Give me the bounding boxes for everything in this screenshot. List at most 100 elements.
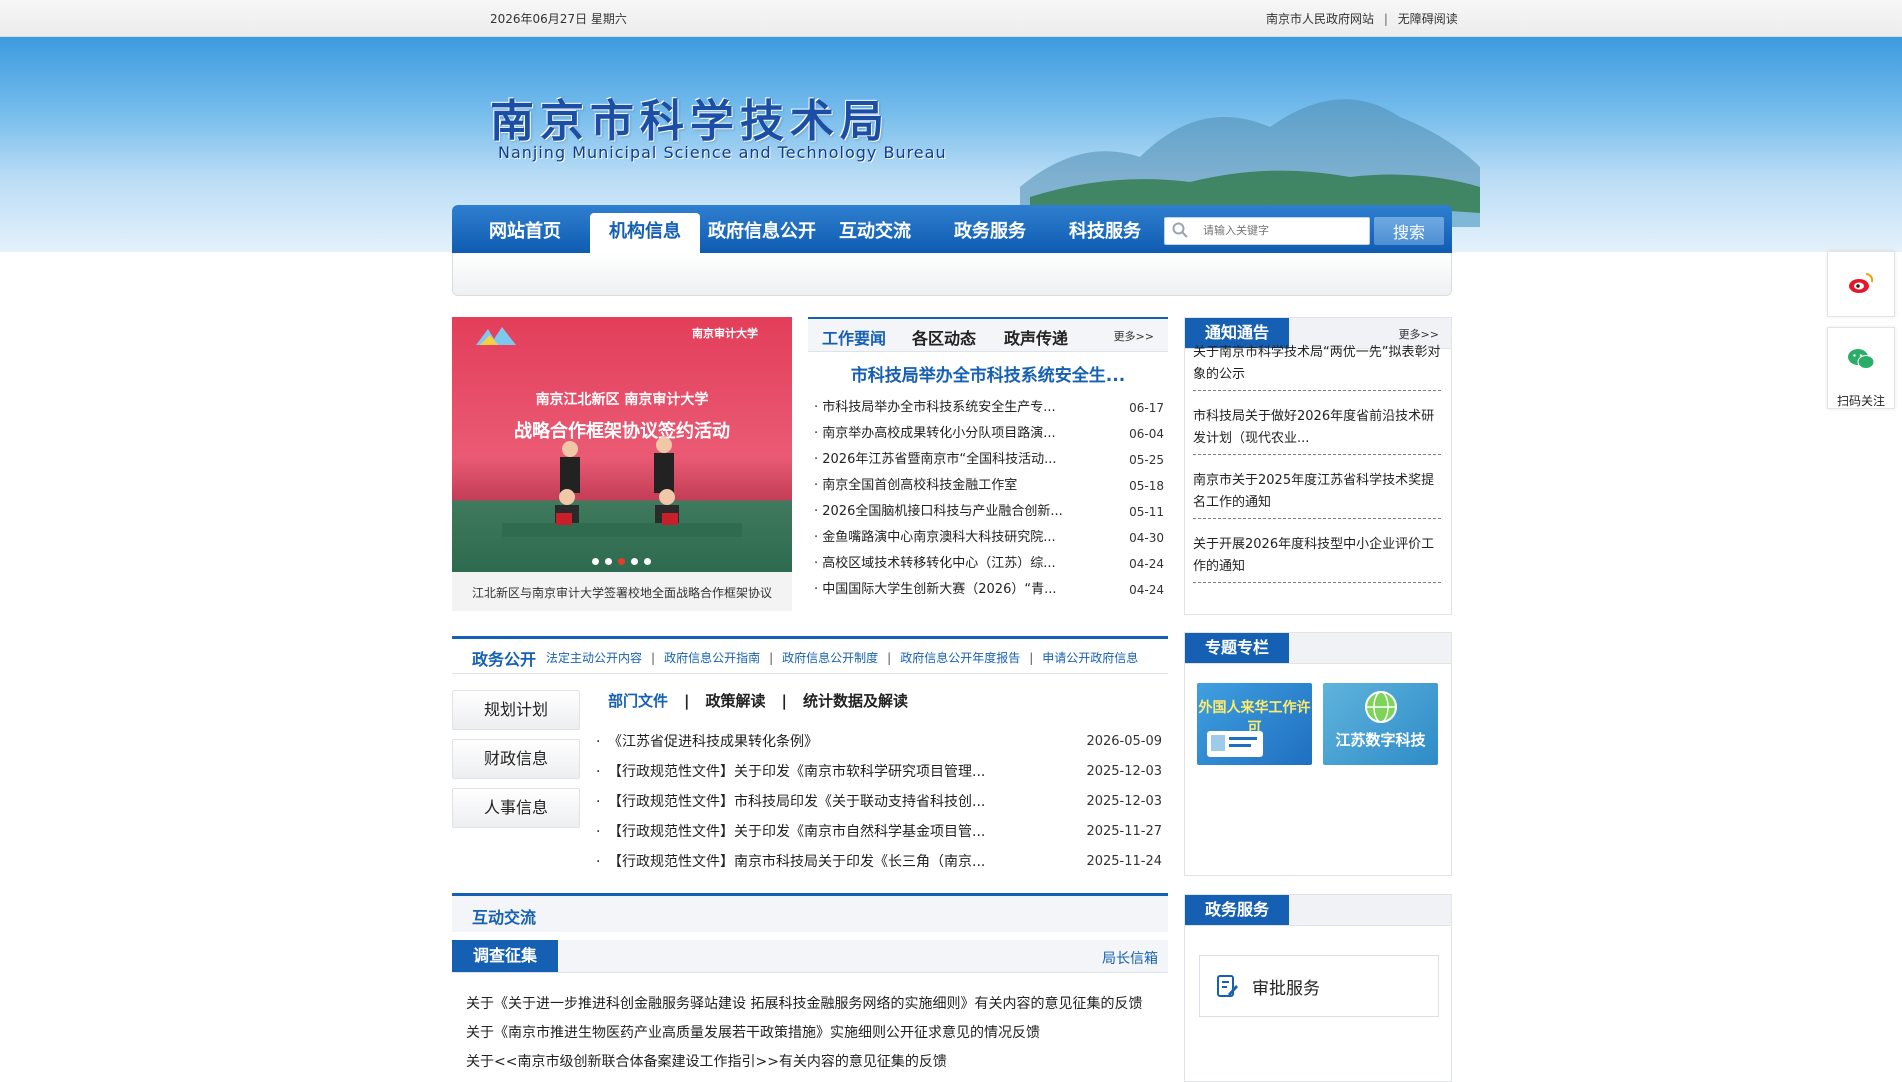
news-item[interactable]: · 金鱼嘴路演中心南京澳科大科技研究院... 04-30	[808, 525, 1168, 551]
search-input[interactable]	[1201, 220, 1365, 242]
notice-item[interactable]: 关于开展2026年度科技型中小企业评价工作的通知	[1193, 534, 1441, 583]
news-item[interactable]: · 南京举办高校成果转化小分队项目路演... 06-04	[808, 421, 1168, 447]
doc-item[interactable]: · 【行政规范性文件】关于印发《南京市自然科学基金项目管... 2025-11-27	[596, 817, 1166, 847]
globe-icon	[1365, 691, 1397, 723]
notice-more-link[interactable]: 更多>>	[1399, 326, 1439, 342]
planning-button[interactable]: 规划计划	[452, 690, 580, 730]
news-item-title: 2026全国脑机接口科技与产业融合创新...	[822, 504, 1063, 519]
wechat-icon	[1848, 349, 1875, 369]
gov-link-guide[interactable]: 政府信息公开指南	[664, 651, 760, 665]
carousel-dot[interactable]	[605, 558, 612, 565]
nav-interaction[interactable]: 互动交流	[820, 213, 930, 253]
gov-link-annual-report[interactable]: 政府信息公开年度报告	[900, 651, 1020, 665]
news-item-title: 高校区域技术转移转化中心（江苏）综...	[822, 556, 1056, 571]
tab-statistics[interactable]: 统计数据及解读	[803, 692, 908, 710]
notice-item[interactable]: 南京市关于2025年度江苏省科学技术奖提名工作的通知	[1193, 470, 1441, 519]
news-item[interactable]: · 中国国际大学生创新大赛（2026）“青... 04-24	[808, 577, 1168, 603]
approval-service-button[interactable]: 审批服务	[1199, 955, 1439, 1017]
doc-tabs: 部门文件 | 政策解读 | 统计数据及解读	[608, 692, 909, 710]
sub-nav-bar	[452, 253, 1452, 296]
signing-ceremony-illustration	[502, 437, 742, 537]
jiangsu-digital-tech-label: 江苏数字科技	[1335, 731, 1426, 749]
nav-home[interactable]: 网站首页	[470, 213, 580, 253]
news-headline[interactable]: 市科技局举办全市科技系统安全生...	[808, 361, 1168, 386]
special-title: 专题专栏	[1185, 633, 1289, 663]
notice-item[interactable]: 市科技局关于做好2026年度省前沿技术研发计划（现代农业...	[1193, 406, 1441, 455]
notice-item[interactable]: 关于南京市科学技术局“两优一先”拟表彰对象的公示	[1193, 342, 1441, 391]
special-column-panel: 专题专栏 外国人来华工作许可 江苏数字科技	[1184, 632, 1452, 876]
jiangsu-digital-tech-tile[interactable]: 江苏数字科技	[1323, 683, 1438, 765]
doc-item[interactable]: · 【行政规范性文件】南京市科技局关于印发《长三角（南京... 2025-11-24	[596, 847, 1166, 877]
nav-organization[interactable]: 机构信息	[590, 213, 700, 253]
news-item-date: 05-11	[1129, 505, 1164, 519]
gov-link-apply[interactable]: 申请公开政府信息	[1042, 651, 1138, 665]
carousel-dot-active[interactable]	[618, 558, 625, 565]
doc-date: 2026-05-09	[1086, 734, 1162, 749]
news-item-date: 06-04	[1129, 427, 1164, 441]
doc-item[interactable]: · 【行政规范性文件】关于印发《南京市软科学研究项目管理... 2025-12-03	[596, 757, 1166, 787]
gov-site-link[interactable]: 南京市人民政府网站	[1266, 12, 1374, 26]
news-item[interactable]: · 2026全国脑机接口科技与产业融合创新... 05-11	[808, 499, 1168, 525]
director-mailbox-link[interactable]: 局长信箱	[1102, 948, 1158, 968]
carousel-dot[interactable]	[592, 558, 599, 565]
survey-item[interactable]: 关于《南京市推进生物医药产业高质量发展若干政策措施》实施细则公开征求意见的情况反…	[466, 1019, 1166, 1048]
id-card-icon	[1207, 731, 1263, 757]
news-item-date: 04-24	[1129, 583, 1164, 597]
survey-list: 关于《关于进一步推进科创金融服务驿站建设 拓展科技金融服务网络的实施细则》有关内…	[466, 990, 1166, 1077]
wechat-follow[interactable]: 扫码关注	[1827, 327, 1895, 409]
finance-info-button[interactable]: 财政信息	[452, 739, 580, 779]
interaction-bar: 互动交流	[452, 893, 1168, 932]
doc-title: 【行政规范性文件】市科技局印发《关于联动支持省科技创...	[608, 794, 986, 810]
foreign-work-permit-tile[interactable]: 外国人来华工作许可	[1197, 683, 1312, 765]
top-links: 南京市人民政府网站 | 无障碍阅读	[1266, 10, 1458, 27]
carousel-image[interactable]: 南京审计大学 南京江北新区 南京审计大学 战略合作框架协议签约活动	[452, 317, 792, 572]
news-carousel[interactable]: 南京审计大学 南京江北新区 南京审计大学 战略合作框架协议签约活动 江北新区与南…	[452, 317, 792, 611]
news-more-link[interactable]: 更多>>	[1114, 328, 1154, 344]
survey-item[interactable]: 关于<<南京市级创新联合体备案建设工作指引>>有关内容的意见征集的反馈	[466, 1048, 1166, 1077]
survey-tab[interactable]: 调查征集	[452, 940, 558, 972]
search-button[interactable]: 搜索	[1374, 217, 1444, 245]
doc-item[interactable]: · 【行政规范性文件】市科技局印发《关于联动支持省科技创... 2025-12-03	[596, 787, 1166, 817]
tab-policy-interpretation[interactable]: 政策解读	[706, 692, 766, 710]
gov-service-panel: 政务服务 审批服务	[1184, 894, 1452, 1082]
news-item-date: 04-30	[1129, 531, 1164, 545]
tab-policy-voice[interactable]: 政声传递	[1004, 325, 1068, 349]
tab-district-news[interactable]: 各区动态	[912, 325, 976, 349]
carousel-dots	[592, 554, 657, 569]
carousel-dot[interactable]	[631, 558, 638, 565]
gov-affairs-bar: 政务公开 法定主动公开内容 | 政府信息公开指南 | 政府信息公开制度 | 政府信息公开年度…	[452, 636, 1168, 674]
carousel-caption[interactable]: 江北新区与南京审计大学签署校地全面战略合作框架协议	[452, 584, 792, 601]
doc-title: 《江苏省促进科技成果转化条例》	[608, 734, 818, 750]
doc-date: 2025-11-24	[1086, 854, 1162, 869]
doc-title: 【行政规范性文件】关于印发《南京市自然科学基金项目管...	[608, 824, 986, 840]
wechat-caption: 扫码关注	[1836, 394, 1885, 408]
survey-item[interactable]: 关于《关于进一步推进科创金融服务驿站建设 拓展科技金融服务网络的实施细则》有关内…	[466, 990, 1166, 1019]
site-subtitle: Nanjing Municipal Science and Technology…	[498, 143, 947, 162]
doc-title: 【行政规范性文件】南京市科技局关于印发《长三角（南京...	[608, 854, 986, 870]
weibo-share[interactable]	[1827, 251, 1895, 317]
weibo-icon	[1849, 273, 1874, 293]
tab-department-docs[interactable]: 部门文件	[608, 692, 668, 710]
doc-item[interactable]: · 《江苏省促进科技成果转化条例》 2026-05-09	[596, 727, 1166, 757]
nav-tech-service[interactable]: 科技服务	[1050, 213, 1160, 253]
top-link-separator: |	[1383, 12, 1388, 26]
news-item[interactable]: · 市科技局举办全市科技系统安全生产专... 06-17	[808, 395, 1168, 421]
gov-link-statutory[interactable]: 法定主动公开内容	[546, 651, 642, 665]
news-item-title: 南京全国首创高校科技金融工作室	[822, 478, 1018, 493]
news-item[interactable]: · 高校区域技术转移转化中心（江苏）综... 04-24	[808, 551, 1168, 577]
doc-date: 2025-11-27	[1086, 824, 1162, 839]
personnel-info-button[interactable]: 人事信息	[452, 788, 580, 828]
nav-gov-info[interactable]: 政府信息公开	[702, 213, 822, 253]
accessibility-link[interactable]: 无障碍阅读	[1398, 12, 1458, 26]
tab-work-news[interactable]: 工作要闻	[822, 325, 886, 349]
news-item-date: 04-24	[1129, 557, 1164, 571]
document-edit-icon	[1217, 975, 1238, 997]
service-header: 政务服务	[1185, 895, 1451, 926]
news-item[interactable]: · 南京全国首创高校科技金融工作室 05-18	[808, 473, 1168, 499]
carousel-dot[interactable]	[644, 558, 651, 565]
news-item[interactable]: · 2026年江苏省暨南京市“全国科技活动... 05-25	[808, 447, 1168, 473]
current-date: 2026年06月27日 星期六	[490, 12, 627, 26]
nav-gov-service[interactable]: 政务服务	[935, 213, 1045, 253]
news-item-date: 05-18	[1129, 479, 1164, 493]
gov-link-system[interactable]: 政府信息公开制度	[782, 651, 878, 665]
